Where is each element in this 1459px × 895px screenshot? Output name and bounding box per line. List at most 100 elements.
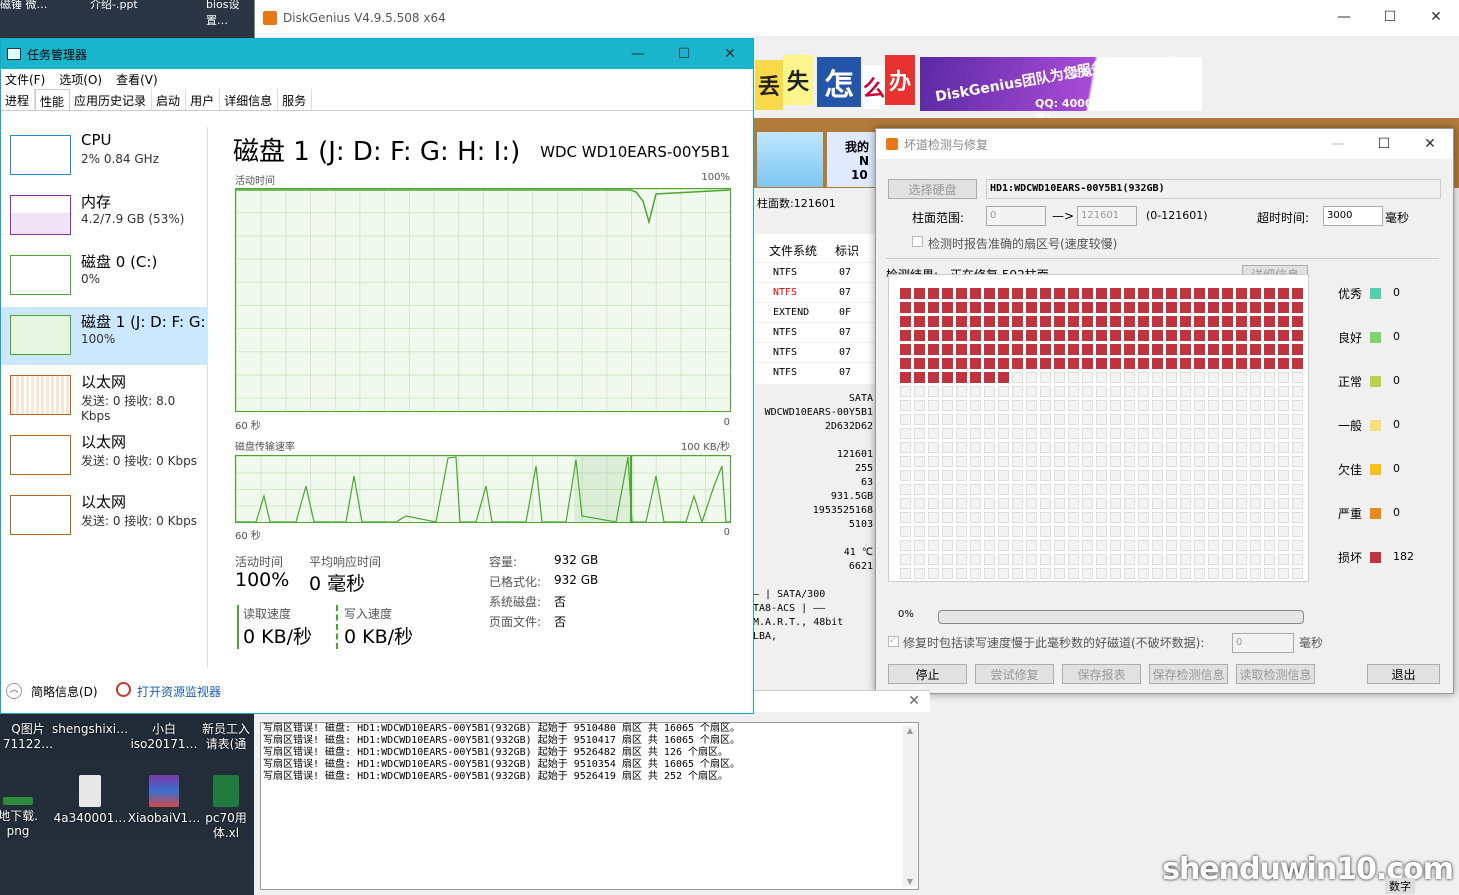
timeout-input[interactable]: 3000 <box>1323 206 1383 226</box>
block-cell <box>1264 316 1275 327</box>
sidebar-thumbnail <box>10 195 71 235</box>
block-cell <box>1152 498 1163 509</box>
response-time-label: 平均响应时间 <box>309 555 382 569</box>
legend-item: 欠佳 0 <box>1338 461 1400 478</box>
partition-row[interactable]: NTFS 07 <box>753 262 877 282</box>
perf-sidebar: CPU 2% 0.84 GHz 内存 4.2/7.9 GB (53%) 磁盘 0 (C:… <box>1 127 208 667</box>
block-cell <box>1194 386 1205 397</box>
desktop-icon[interactable]: 地下载. png <box>0 775 56 839</box>
close-button[interactable]: ✕ <box>1413 0 1459 34</box>
desktop-icon[interactable]: shengshixi… <box>52 722 128 737</box>
block-cell <box>900 540 911 551</box>
log-line: 写扇区错误! 磁盘: HD1:WDCWD10EARS-00Y5B1(932GB)… <box>263 723 741 734</box>
partition-row[interactable]: NTFS 07 <box>753 282 877 302</box>
block-cell <box>928 414 939 425</box>
partition-row[interactable]: NTFS 07 <box>753 342 877 362</box>
tab-services[interactable]: 服务 <box>278 89 313 110</box>
try-repair-button[interactable]: 尝试修复 <box>975 664 1054 684</box>
desktop-top-label[interactable]: 介绍-.ppt <box>90 0 138 12</box>
exit-button[interactable]: 退出 <box>1367 664 1440 684</box>
menu-view[interactable]: 查看(V) <box>116 71 158 88</box>
log-scrollbar[interactable]: ▲ ▼ <box>903 726 917 886</box>
menu-options[interactable]: 选项(O) <box>59 71 102 88</box>
save-report-button[interactable]: 保存报表 <box>1062 664 1141 684</box>
partition-block[interactable] <box>757 132 823 187</box>
block-cell <box>1180 540 1191 551</box>
desktop-icon[interactable]: 新员工入 请表(通 <box>196 722 256 752</box>
disk-param <box>753 532 873 546</box>
block-cell <box>984 302 995 313</box>
log-panel[interactable]: 写扇区错误! 磁盘: HD1:WDCWD10EARS-00Y5B1(932GB)… <box>260 722 919 890</box>
select-disk-button[interactable]: 选择硬盘 <box>888 179 977 199</box>
block-cell <box>928 470 939 481</box>
block-cell <box>928 330 939 341</box>
block-cell <box>1054 442 1065 453</box>
tab-startup[interactable]: 启动 <box>152 89 187 110</box>
tab-processes[interactable]: 进程 <box>1 89 36 110</box>
sidebar-item[interactable]: 磁盘 1 (J: D: F: G: 100% <box>1 307 208 365</box>
block-cell <box>984 330 995 341</box>
desktop-icon[interactable]: 4a340001… <box>50 775 130 826</box>
sidebar-item[interactable]: 内存 4.2/7.9 GB (53%) <box>1 187 208 245</box>
minimize-button[interactable]: — <box>1321 0 1367 34</box>
close-button[interactable]: ✕ <box>707 39 753 69</box>
block-cell <box>1278 344 1289 355</box>
desktop-top-label[interactable]: bios设置… <box>206 0 254 28</box>
repair-option-checkbox[interactable]: ✓ <box>888 636 899 647</box>
sidebar-item[interactable]: CPU 2% 0.84 GHz <box>1 127 208 185</box>
block-cell <box>1012 386 1023 397</box>
block-cell <box>1194 554 1205 565</box>
block-cell <box>1166 316 1177 327</box>
maximize-button[interactable]: ☐ <box>1367 0 1413 34</box>
minimize-button[interactable]: — <box>615 39 661 69</box>
desktop-icon[interactable]: 小白 iso20171… <box>126 722 202 752</box>
summary-view-link[interactable]: 简略信息(D) <box>31 683 98 700</box>
block-cell <box>1124 386 1135 397</box>
minimize-button[interactable]: — <box>1315 129 1361 159</box>
tab-details[interactable]: 详细信息 <box>220 89 279 110</box>
partition-row[interactable]: EXTEND 0F <box>753 302 877 322</box>
legend-item: 良好 0 <box>1338 329 1400 346</box>
tab-performance[interactable]: 性能 <box>35 89 71 110</box>
sidebar-thumbnail <box>10 315 71 355</box>
block-cell <box>1208 400 1219 411</box>
block-cell <box>1026 288 1037 299</box>
cyl-to-input[interactable]: 121601 <box>1077 206 1137 226</box>
block-cell <box>1208 302 1219 313</box>
chevron-up-icon[interactable]: ︿ <box>6 683 22 699</box>
maximize-button[interactable]: ☐ <box>661 39 707 69</box>
resource-monitor-link[interactable]: 打开资源监视器 <box>137 683 221 700</box>
load-detection-info-button[interactable]: 读取检测信息 <box>1236 664 1315 684</box>
log-close-icon[interactable]: ✕ <box>908 693 920 709</box>
cyl-from-input[interactable]: 0 <box>986 206 1046 226</box>
maximize-button[interactable]: ☐ <box>1361 129 1407 159</box>
desktop-icon[interactable]: pc70用 体.xl <box>196 775 256 841</box>
partition-row[interactable]: NTFS 07 <box>753 322 877 342</box>
block-cell <box>1264 330 1275 341</box>
block-cell <box>1194 512 1205 523</box>
diskgenius-banner[interactable]: 丢 失 怎 么 办 DiskGenius团队为您服务! 资电: 400-008-… <box>755 54 1205 126</box>
sidebar-item[interactable]: 以太网 发送: 0 接收: 8.0 Kbps <box>1 367 208 425</box>
sidebar-item[interactable]: 以太网 发送: 0 接收: 0 Kbps <box>1 427 208 485</box>
sidebar-item[interactable]: 以太网 发送: 0 接收: 0 Kbps <box>1 487 208 545</box>
stop-button[interactable]: 停止 <box>888 664 967 684</box>
sidebar-item[interactable]: 磁盘 0 (C:) 0% <box>1 247 208 305</box>
tab-users[interactable]: 用户 <box>186 89 221 110</box>
sidebar-thumbnail <box>10 375 71 415</box>
save-detection-info-button[interactable]: 保存检测信息 <box>1149 664 1228 684</box>
report-sector-checkbox[interactable] <box>912 236 923 247</box>
block-cell <box>1222 344 1233 355</box>
block-cell <box>1250 526 1261 537</box>
close-button[interactable]: ✕ <box>1407 129 1453 159</box>
desktop-top-label[interactable]: 磁锤 微… <box>0 0 48 12</box>
menu-file[interactable]: 文件(F) <box>5 71 45 88</box>
block-cell <box>928 456 939 467</box>
repair-ms-input[interactable]: 0 <box>1232 633 1294 653</box>
system-disk-value: 否 <box>554 595 567 609</box>
desktop-icon[interactable]: XiaobaiV1… <box>126 775 202 826</box>
tab-app-history[interactable]: 应用历史记录 <box>70 89 153 110</box>
block-cell <box>1110 512 1121 523</box>
block-cell <box>1082 344 1093 355</box>
partition-row[interactable]: NTFS 07 <box>753 362 877 382</box>
block-cell <box>970 344 981 355</box>
